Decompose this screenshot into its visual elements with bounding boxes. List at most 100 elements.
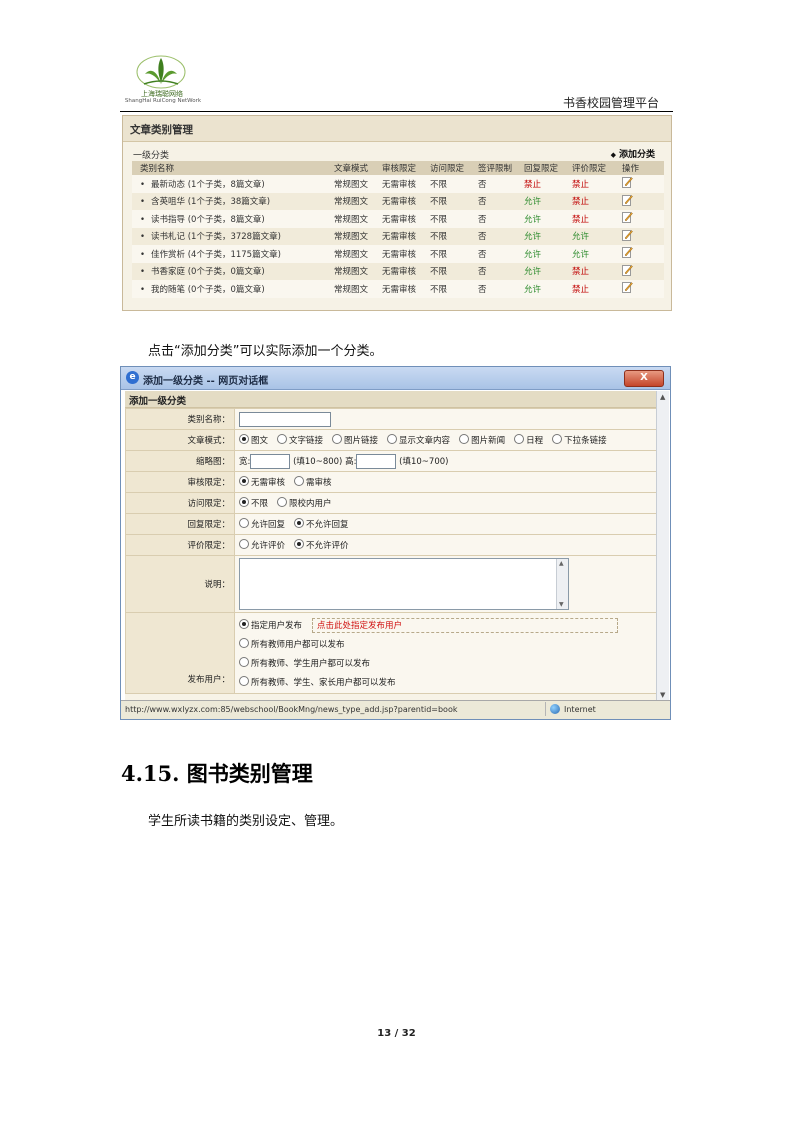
rating-cell: 禁止 xyxy=(570,210,620,228)
mode-option[interactable]: 日程 xyxy=(514,434,543,446)
publisher-option[interactable]: 所有教师用户都可以发布 xyxy=(239,636,652,655)
ie-icon: e xyxy=(126,371,139,384)
header-rule xyxy=(120,111,673,112)
assign-publisher-link[interactable]: 点击此处指定发布用户 xyxy=(312,618,619,633)
bullet-icon: • xyxy=(140,284,146,295)
edit-icon[interactable] xyxy=(622,194,633,206)
radio-button[interactable] xyxy=(239,619,249,629)
reply-cell: 禁止 xyxy=(522,175,570,193)
scroll-down-icon[interactable]: ▼ xyxy=(660,691,665,699)
operation-cell xyxy=(620,192,664,210)
category-name-cell[interactable]: • 我的随笔 (0个子类，0篇文章) xyxy=(132,280,332,298)
thumb-width-hint: (填10~800) xyxy=(293,456,343,467)
header-title: 书香校园管理平台 xyxy=(562,96,659,110)
table-row: • 读书指导 (0个子类，8篇文章) 常规图文 无需审核 不限否允许 禁止 xyxy=(132,210,664,228)
edit-icon[interactable] xyxy=(622,281,633,294)
audit-cell: 无需审核 xyxy=(380,227,428,245)
thumb-height-input[interactable] xyxy=(356,453,397,469)
category-name: 含英咀华 (1个子类，38篇文章) xyxy=(151,197,271,208)
mode-option[interactable]: 图文 xyxy=(239,434,268,446)
edit-icon[interactable] xyxy=(622,246,633,259)
radio-button[interactable] xyxy=(294,539,305,549)
audit-option[interactable]: 需审核 xyxy=(294,476,332,488)
category-name-cell[interactable]: • 书香家庭 (0个子类，0篇文章) xyxy=(132,262,332,280)
category-management-panel: 文章类别管理 一级分类 ◆ 添加分类 类别名称 文章模式 审核限定 访问限定 签评… xyxy=(122,115,672,311)
radio-button[interactable] xyxy=(294,476,305,486)
radio-button[interactable] xyxy=(239,518,249,528)
reply-option[interactable]: 不允许回复 xyxy=(294,518,349,530)
status-url: http://www.wxlyzx.com:85/webschool/BookM… xyxy=(125,705,458,714)
category-name-cell[interactable]: • 读书札记 (1个子类，3728篇文章) xyxy=(132,227,332,245)
audit-option[interactable]: 无需审核 xyxy=(239,476,285,488)
access-option[interactable]: 不限 xyxy=(239,497,268,509)
close-button[interactable]: X xyxy=(624,370,664,387)
edit-icon[interactable] xyxy=(622,176,633,189)
radio-button[interactable] xyxy=(294,518,305,528)
radio-button[interactable] xyxy=(239,539,249,549)
edit-icon[interactable] xyxy=(622,211,633,224)
dialog-title: 添加一级分类 -- 网页对话框 xyxy=(143,376,269,387)
radio-button[interactable] xyxy=(239,676,249,686)
textarea-scrollbar[interactable]: ▲ ▼ xyxy=(556,559,568,609)
sign-cell: 否 xyxy=(476,262,522,280)
globe-icon xyxy=(550,704,560,714)
mode-option[interactable]: 显示文章内容 xyxy=(387,434,450,446)
category-name-cell[interactable]: • 佳作赏析 (4个子类，1175篇文章) xyxy=(132,245,332,263)
mode-cell: 常规图文 xyxy=(332,175,380,193)
edit-icon[interactable] xyxy=(622,229,633,241)
category-table: 类别名称 文章模式 审核限定 访问限定 签评限制 回复限定 评价限定 操作 • 最… xyxy=(132,161,664,298)
category-name-input[interactable] xyxy=(239,411,331,427)
radio-button[interactable] xyxy=(239,657,249,667)
description-textarea[interactable]: ▲ ▼ xyxy=(239,558,569,610)
access-cell: 不限 xyxy=(428,210,476,228)
category-name-cell[interactable]: • 最新动态 (1个子类，8篇文章) xyxy=(132,175,332,193)
radio-button[interactable] xyxy=(239,497,249,507)
category-name: 书香家庭 (0个子类，0篇文章) xyxy=(151,267,265,278)
edit-icon[interactable] xyxy=(622,264,633,276)
name-label: 类别名称： xyxy=(125,408,235,430)
rating-option-label: 允许评价 xyxy=(251,541,286,551)
mode-option[interactable]: 图片链接 xyxy=(332,434,378,446)
mode-option[interactable]: 文字链接 xyxy=(277,434,323,446)
bullet-icon: • xyxy=(140,267,146,278)
access-cell: 不限 xyxy=(428,227,476,245)
access-label: 访问限定： xyxy=(125,492,235,514)
add-category-form: 类别名称： 文章模式： 图文 文字链接 图片链接 显示文章内容 图片新闻 日程 下拉条链接 … xyxy=(125,408,657,694)
category-name-cell[interactable]: • 读书指导 (0个子类，8篇文章) xyxy=(132,210,332,228)
status-bar: http://www.wxlyzx.com:85/webschool/BookM… xyxy=(121,700,670,719)
publisher-option[interactable]: 所有教师、学生、家长用户都可以发布 xyxy=(239,674,652,693)
radio-button[interactable] xyxy=(239,476,249,486)
dialog-scrollbar[interactable]: ▲ ▼ xyxy=(656,391,669,701)
sign-cell: 否 xyxy=(476,192,522,210)
publisher-option[interactable]: 所有教师、学生用户都可以发布 xyxy=(239,655,652,674)
scroll-up-icon[interactable]: ▲ xyxy=(660,393,665,401)
mode-option[interactable]: 图片新闻 xyxy=(459,434,505,446)
add-category-label: 添加分类 xyxy=(618,150,655,160)
dialog-titlebar: e 添加一级分类 -- 网页对话框 X xyxy=(121,367,670,390)
bullet-icon: • xyxy=(140,249,146,260)
radio-button[interactable] xyxy=(459,434,470,444)
category-name-cell[interactable]: • 含英咀华 (1个子类，38篇文章) xyxy=(132,192,332,210)
radio-button[interactable] xyxy=(239,638,249,648)
radio-button[interactable] xyxy=(387,434,398,444)
radio-button[interactable] xyxy=(239,434,249,444)
mode-option[interactable]: 下拉条链接 xyxy=(552,434,607,446)
rating-option[interactable]: 不允许评价 xyxy=(294,539,349,551)
table-row: • 佳作赏析 (4个子类，1175篇文章) 常规图文 无需审核 不限否允许 允许 xyxy=(132,245,664,263)
thumb-width-input[interactable] xyxy=(250,453,291,469)
radio-button[interactable] xyxy=(332,434,343,444)
add-category-link[interactable]: ◆ 添加分类 xyxy=(611,147,655,160)
table-row: • 最新动态 (1个子类，8篇文章) 常规图文 无需审核 不限否禁止 禁止 xyxy=(132,175,664,193)
description-label: 说明： xyxy=(125,555,235,613)
reply-option[interactable]: 允许回复 xyxy=(239,518,285,530)
radio-button[interactable] xyxy=(277,497,288,507)
radio-button[interactable] xyxy=(552,434,563,444)
rating-option[interactable]: 允许评价 xyxy=(239,539,286,551)
rating-cell: 禁止 xyxy=(570,175,620,193)
radio-button[interactable] xyxy=(514,434,525,444)
mode-cell: 常规图文 xyxy=(332,227,380,245)
access-option[interactable]: 限校内用户 xyxy=(277,497,332,509)
mode-cell: 常规图文 xyxy=(332,245,380,263)
radio-button[interactable] xyxy=(277,434,288,444)
publisher-option[interactable]: 指定用户发布 点击此处指定发布用户 xyxy=(239,617,652,636)
